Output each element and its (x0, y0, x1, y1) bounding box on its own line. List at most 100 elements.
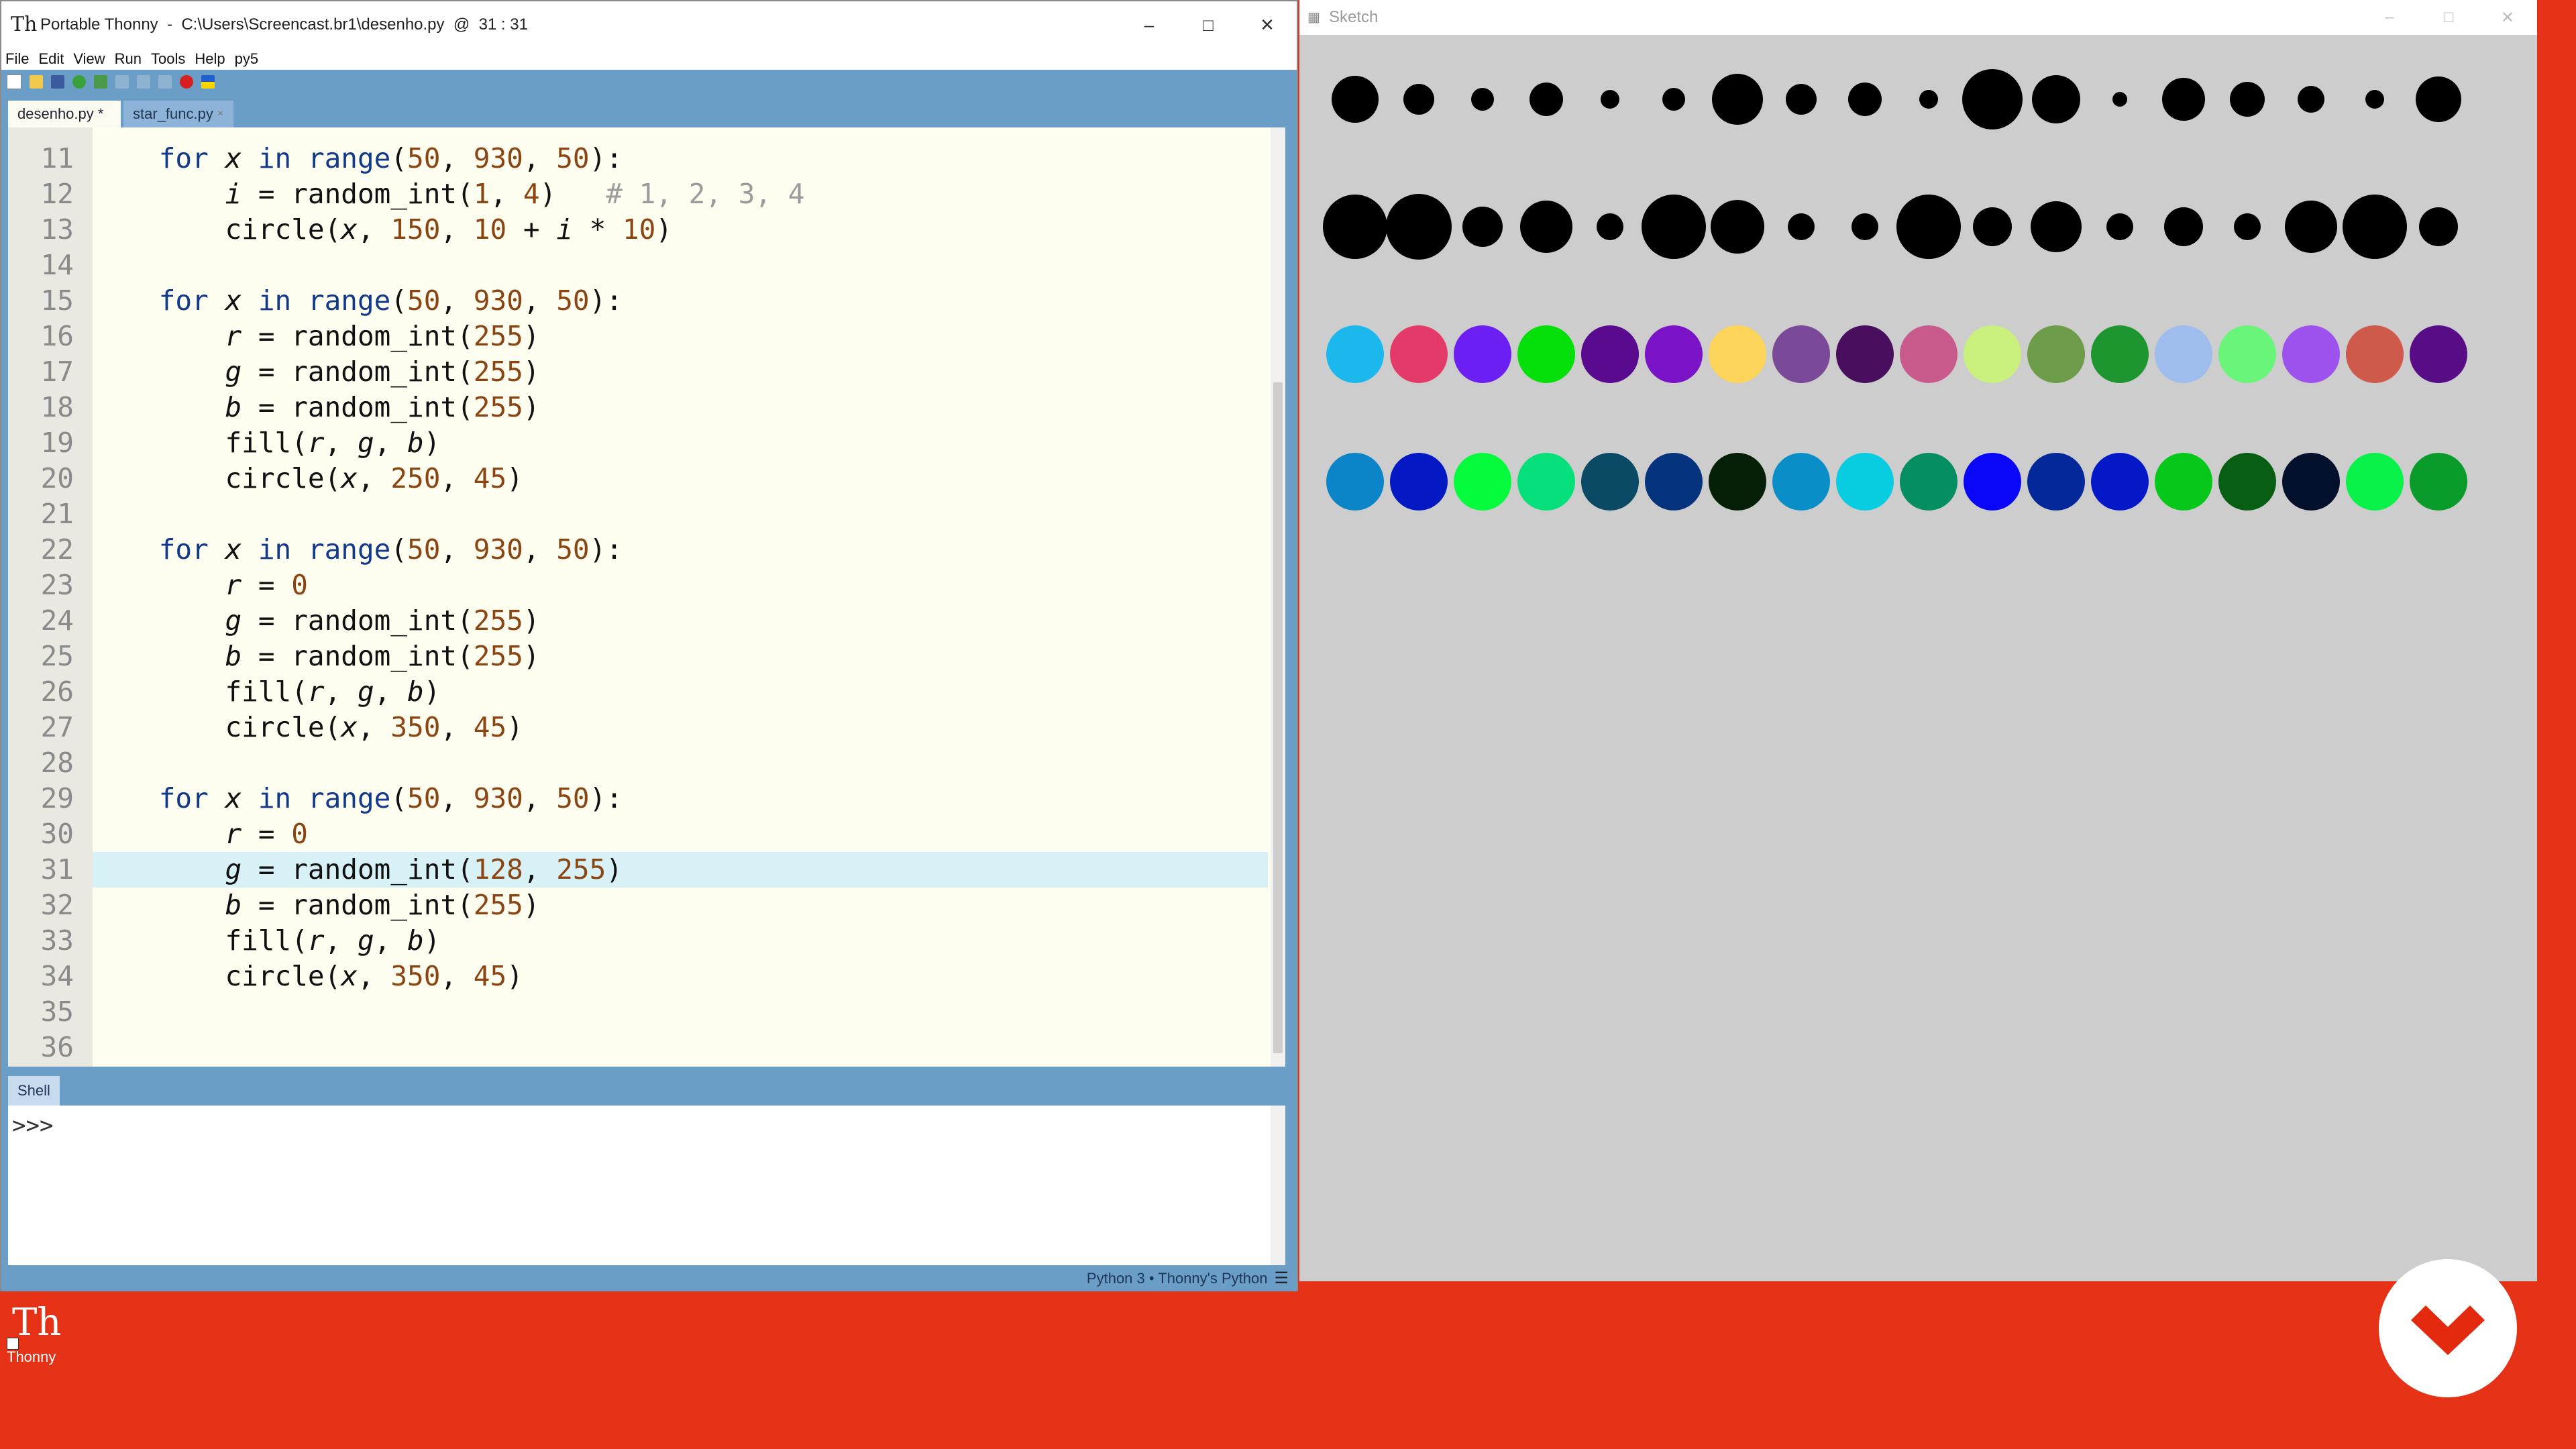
tab-shell[interactable]: Shell (8, 1076, 60, 1106)
sketch-circle (2155, 453, 2212, 511)
interpreter-status[interactable]: Python 3 • Thonny's Python (1087, 1270, 1268, 1287)
menu-tools[interactable]: Tools (151, 50, 185, 68)
ukraine-flag-icon[interactable] (201, 75, 215, 89)
close-button[interactable]: ✕ (2478, 0, 2537, 35)
code-line[interactable]: 30 r = 0 (41, 816, 1268, 852)
close-icon[interactable]: × (217, 108, 223, 120)
code-editor[interactable]: 11 for x in range(50, 930, 50): 12 i = r… (8, 127, 1285, 1067)
sketch-circle (2346, 325, 2404, 383)
sketch-circle (2365, 90, 2384, 109)
desktop-icon-thonny[interactable]: Th Thonny (7, 1301, 67, 1382)
hamburger-menu-icon[interactable]: ☰ (1274, 1269, 1289, 1288)
sketch-circle (1332, 76, 1379, 123)
current-code-line[interactable]: 31 g = random_int(128, 255) (41, 852, 1268, 888)
code-line[interactable]: 16 r = random_int(255) (41, 319, 1268, 354)
code-line[interactable]: 26 fill(r, g, b) (41, 674, 1268, 710)
sketch-circle (2410, 325, 2467, 383)
code-line[interactable]: 19 fill(r, g, b) (41, 425, 1268, 461)
thonny-logo-icon: Th (11, 13, 38, 36)
code-line[interactable]: 11 for x in range(50, 930, 50): (41, 141, 1268, 176)
sketch-circle (1403, 84, 1434, 115)
code-line[interactable]: 17 g = random_int(255) (41, 354, 1268, 390)
sketch-circle (1323, 195, 1387, 259)
code-line[interactable]: 22 for x in range(50, 930, 50): (41, 532, 1268, 568)
code-line[interactable]: 14 (41, 248, 1268, 283)
code-line[interactable]: 33 fill(r, g, b) (41, 923, 1268, 959)
new-file-icon[interactable] (7, 74, 21, 89)
code-line[interactable]: 23 r = 0 (41, 568, 1268, 603)
minimize-button[interactable]: – (2360, 0, 2419, 35)
sketch-circle (2106, 213, 2133, 240)
menu-edit[interactable]: Edit (38, 50, 64, 68)
code-line[interactable]: 18 b = random_int(255) (41, 390, 1268, 425)
sketch-circle (1462, 207, 1503, 247)
title-bar: Th Portable Thonny - C:\Users\Screencast… (1, 1, 1297, 48)
open-file-icon[interactable] (30, 75, 43, 89)
sketch-circle (1900, 453, 1957, 511)
sketch-circle (2419, 207, 2458, 246)
sketch-circle (1711, 200, 1764, 254)
code-line[interactable]: 12 i = random_int(1, 4) # 1, 2, 3, 4 (41, 176, 1268, 212)
code-line[interactable]: 15 for x in range(50, 930, 50): (41, 283, 1268, 319)
sketch-circle (1709, 453, 1766, 511)
shell-panel[interactable]: >>> (8, 1106, 1285, 1265)
sketch-circle (1709, 325, 1766, 383)
sketch-title: Sketch (1329, 8, 1379, 26)
editor-scrollbar[interactable] (1271, 127, 1285, 1067)
menu-py5[interactable]: py5 (235, 50, 258, 68)
debug-icon[interactable] (94, 75, 107, 89)
menu-run[interactable]: Run (115, 50, 142, 68)
sketch-circle (2091, 453, 2149, 511)
step-over-icon[interactable] (115, 75, 129, 89)
maximize-button[interactable]: □ (1179, 1, 1238, 48)
code-line[interactable]: 27 circle(x, 350, 45) (41, 710, 1268, 745)
code-line[interactable]: 29 for x in range(50, 930, 50): (41, 781, 1268, 816)
tab-label: desenho.py * (17, 105, 104, 122)
code-line[interactable]: 13 circle(x, 150, 10 + i * 10) (41, 212, 1268, 248)
sketch-circle (2162, 78, 2205, 121)
shell-tab-bar: Shell (1, 1067, 1297, 1106)
close-button[interactable]: ✕ (1238, 1, 1297, 48)
sketch-circle (2027, 453, 2085, 511)
scrollbar-thumb[interactable] (1273, 382, 1283, 1053)
sketch-circle (1529, 83, 1563, 116)
shell-scrollbar[interactable] (1271, 1106, 1285, 1265)
menu-help[interactable]: Help (195, 50, 225, 68)
sketch-circle (1520, 201, 1572, 253)
step-into-icon[interactable] (137, 75, 150, 89)
menu-file[interactable]: File (5, 50, 29, 68)
sketch-circle (2031, 201, 2082, 252)
sketch-circle (1581, 325, 1639, 383)
code-line[interactable]: 32 b = random_int(255) (41, 888, 1268, 923)
menu-bar: File Edit View Run Tools Help py5 (1, 48, 1297, 70)
maximize-button[interactable]: □ (2419, 0, 2478, 35)
sketch-circle (1390, 453, 1448, 511)
sketch-circle (2343, 195, 2407, 259)
sketch-circle (1642, 195, 1706, 259)
sketch-circle (1772, 453, 1830, 511)
sketch-circle (1772, 325, 1830, 383)
step-out-icon[interactable] (158, 75, 172, 89)
thonny-window: Th Portable Thonny - C:\Users\Screencast… (0, 0, 1298, 1291)
sketch-canvas[interactable] (1299, 35, 2537, 1281)
tab-star-func[interactable]: star_func.py × (123, 101, 233, 127)
code-line[interactable]: 24 g = random_int(255) (41, 603, 1268, 639)
code-line[interactable]: 28 (41, 745, 1268, 781)
sketch-circle (1662, 88, 1685, 111)
sketch-circle (1962, 69, 2023, 129)
code-line[interactable]: 20 circle(x, 250, 45) (41, 461, 1268, 496)
tab-label: Shell (17, 1082, 50, 1099)
minimize-button[interactable]: – (1120, 1, 1179, 48)
menu-view[interactable]: View (73, 50, 105, 68)
code-line[interactable]: 21 (41, 496, 1268, 532)
tab-desenho[interactable]: desenho.py * (8, 101, 121, 127)
sketch-circle (2282, 453, 2340, 511)
code-line[interactable]: 34 circle(x, 350, 45) (41, 959, 1268, 994)
sketch-circle (2346, 453, 2404, 511)
code-line[interactable]: 25 b = random_int(255) (41, 639, 1268, 674)
stop-icon[interactable] (180, 75, 193, 89)
code-line[interactable]: 36 (41, 1030, 1268, 1065)
save-icon[interactable] (51, 75, 64, 89)
run-icon[interactable] (72, 75, 86, 89)
code-line[interactable]: 35 (41, 994, 1268, 1030)
